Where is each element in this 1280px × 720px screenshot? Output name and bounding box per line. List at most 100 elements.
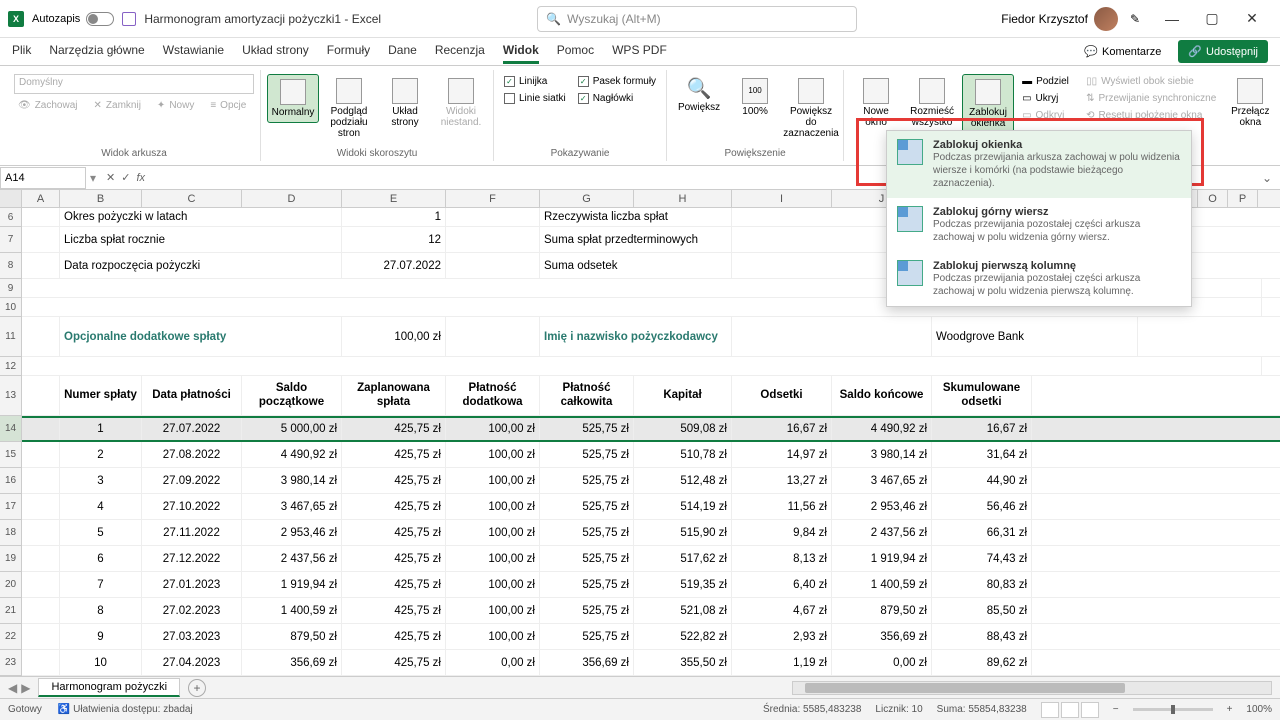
col-header[interactable]: P	[1228, 190, 1258, 207]
cell[interactable]	[22, 376, 60, 415]
zoom-100-button[interactable]: 100100%	[729, 74, 781, 121]
tab-narzędzia-główne[interactable]: Narzędzia główne	[49, 39, 144, 64]
cell[interactable]: 425,75 zł	[342, 650, 446, 675]
cell[interactable]: 100,00 zł	[446, 494, 540, 519]
cell[interactable]	[446, 253, 540, 278]
cell[interactable]: 425,75 zł	[342, 546, 446, 571]
sheet-prev[interactable]: ◀	[8, 681, 17, 695]
cell[interactable]: Zaplanowana spłata	[342, 376, 446, 415]
cell[interactable]: 27.07.2022	[142, 418, 242, 440]
row-header[interactable]: 21	[0, 598, 21, 624]
freeze-option-1[interactable]: Zablokuj górny wierszPodczas przewijania…	[887, 198, 1191, 252]
cell[interactable]	[22, 442, 60, 467]
col-header[interactable]: E	[342, 190, 446, 207]
cell[interactable]: 2 953,46 zł	[832, 494, 932, 519]
cell[interactable]: 16,67 zł	[732, 418, 832, 440]
cell[interactable]: 355,50 zł	[634, 650, 732, 675]
cell[interactable]	[732, 317, 932, 356]
cell[interactable]: 517,62 zł	[634, 546, 732, 571]
cell[interactable]: 425,75 zł	[342, 494, 446, 519]
cell[interactable]	[22, 520, 60, 545]
cell[interactable]: Płatność całkowita	[540, 376, 634, 415]
cell[interactable]: 509,08 zł	[634, 418, 732, 440]
cell[interactable]: 879,50 zł	[832, 598, 932, 623]
cell[interactable]: 9	[60, 624, 142, 649]
cell[interactable]: 12	[342, 227, 446, 252]
cell[interactable]: 525,75 zł	[540, 546, 634, 571]
cell[interactable]	[22, 253, 60, 278]
cell[interactable]: 7	[60, 572, 142, 597]
col-header[interactable]: B	[60, 190, 142, 207]
cell[interactable]: Data rozpoczęcia pożyczki	[60, 253, 342, 278]
cell[interactable]: 85,50 zł	[932, 598, 1032, 623]
cell[interactable]: 3 467,65 zł	[832, 468, 932, 493]
cell[interactable]: 3 467,65 zł	[242, 494, 342, 519]
freeze-option-0[interactable]: Zablokuj okienkaPodczas przewijania arku…	[887, 131, 1191, 198]
cell[interactable]: Woodgrove Bank	[932, 317, 1138, 356]
cell[interactable]: 512,48 zł	[634, 468, 732, 493]
add-sheet-button[interactable]: +	[188, 679, 206, 697]
cell[interactable]: 66,31 zł	[932, 520, 1032, 545]
cell[interactable]: 8	[60, 598, 142, 623]
cell[interactable]: Liczba spłat rocznie	[60, 227, 342, 252]
cell[interactable]: 1 400,59 zł	[832, 572, 932, 597]
cell[interactable]: 0,00 zł	[832, 650, 932, 675]
cell[interactable]	[22, 598, 60, 623]
cell[interactable]: 27.11.2022	[142, 520, 242, 545]
row-header[interactable]: 22	[0, 624, 21, 650]
sheet-tab[interactable]: Harmonogram pożyczki	[38, 678, 180, 697]
cell[interactable]: 525,75 zł	[540, 520, 634, 545]
cell[interactable]: Suma spłat przedterminowych	[540, 227, 732, 252]
cell[interactable]	[22, 418, 60, 440]
tab-dane[interactable]: Dane	[388, 39, 417, 64]
tab-widok[interactable]: Widok	[503, 39, 539, 64]
cell[interactable]: 425,75 zł	[342, 572, 446, 597]
zoom-in[interactable]: +	[1227, 704, 1233, 715]
pen-icon[interactable]: ✎	[1130, 12, 1140, 26]
cell[interactable]: Płatność dodatkowa	[446, 376, 540, 415]
search-input[interactable]: 🔍 Wyszukaj (Alt+M)	[537, 6, 857, 32]
cell[interactable]: 514,19 zł	[634, 494, 732, 519]
cell[interactable]: Opcjonalne dodatkowe spłaty	[60, 317, 342, 356]
cell[interactable]: Kapitał	[634, 376, 732, 415]
share-button[interactable]: 🔗 Udostępnij	[1178, 40, 1268, 63]
cell[interactable]: Suma odsetek	[540, 253, 732, 278]
col-header[interactable]: H	[634, 190, 732, 207]
cell[interactable]	[22, 624, 60, 649]
sheet-view-dropdown[interactable]: Domyślny	[14, 74, 254, 94]
cell[interactable]: 2,93 zł	[732, 624, 832, 649]
cell[interactable]: 3 980,14 zł	[832, 442, 932, 467]
col-header[interactable]: C	[142, 190, 242, 207]
cell[interactable]: 0,00 zł	[446, 650, 540, 675]
row-header[interactable]: 19	[0, 546, 21, 572]
cell[interactable]	[22, 468, 60, 493]
cell[interactable]: 3	[60, 468, 142, 493]
cancel-icon[interactable]: ✕	[106, 171, 115, 184]
autosave-toggle[interactable]	[86, 12, 114, 26]
cell[interactable]: 522,82 zł	[634, 624, 732, 649]
cell[interactable]: 425,75 zł	[342, 468, 446, 493]
cell[interactable]: 100,00 zł	[446, 572, 540, 597]
cell[interactable]: 525,75 zł	[540, 494, 634, 519]
cell[interactable]: 4 490,92 zł	[242, 442, 342, 467]
row-header[interactable]: 7	[0, 227, 21, 253]
formula-bar-checkbox[interactable]: ✓Pasek formuły	[574, 74, 660, 89]
cell[interactable]: 356,69 zł	[832, 624, 932, 649]
cell[interactable]	[22, 317, 60, 356]
cell[interactable]: 2 437,56 zł	[242, 546, 342, 571]
cell[interactable]: 510,78 zł	[634, 442, 732, 467]
cell[interactable]: 425,75 zł	[342, 418, 446, 440]
maximize-button[interactable]: ▢	[1192, 4, 1232, 34]
cell[interactable]: 525,75 zł	[540, 418, 634, 440]
row-header[interactable]: 16	[0, 468, 21, 494]
cell[interactable]: 56,46 zł	[932, 494, 1032, 519]
cell[interactable]: 515,90 zł	[634, 520, 732, 545]
split-button[interactable]: ▬ Podziel	[1018, 74, 1078, 89]
cell[interactable]: 89,62 zł	[932, 650, 1032, 675]
switch-windows-button[interactable]: Przełącz okna	[1224, 74, 1276, 132]
cell[interactable]: 525,75 zł	[540, 598, 634, 623]
cell[interactable]: Saldo początkowe	[242, 376, 342, 415]
cell[interactable]: 2 437,56 zł	[832, 520, 932, 545]
cell[interactable]: 4,67 zł	[732, 598, 832, 623]
row-header[interactable]: 20	[0, 572, 21, 598]
